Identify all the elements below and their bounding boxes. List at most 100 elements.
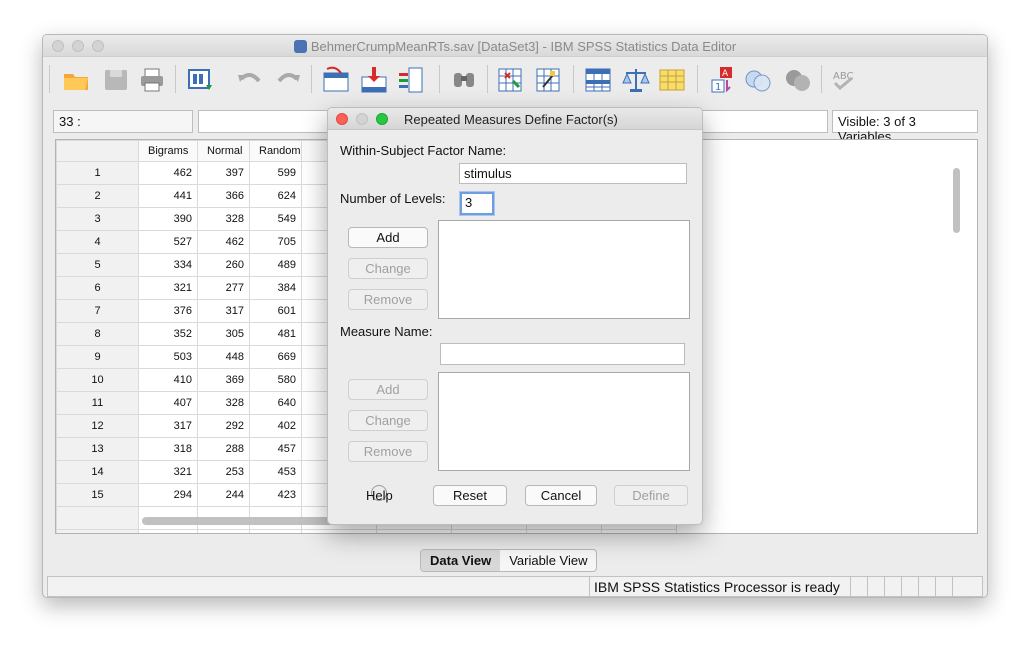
select-cases-icon[interactable] (657, 65, 687, 95)
data-cell[interactable]: 402 (249, 414, 302, 438)
data-cell[interactable]: 441 (138, 184, 198, 208)
weight-cases-icon[interactable] (621, 65, 651, 95)
data-cell[interactable]: 321 (138, 460, 198, 484)
data-cell[interactable]: 462 (138, 161, 198, 185)
data-cell[interactable]: 599 (249, 161, 302, 185)
data-cell[interactable]: 366 (197, 184, 250, 208)
help-button[interactable]: Help (366, 488, 393, 503)
variables-icon[interactable] (395, 65, 425, 95)
measure-remove-button[interactable]: Remove (348, 441, 428, 462)
value-labels-icon[interactable]: A1 (707, 65, 737, 95)
save-icon[interactable] (101, 65, 131, 95)
data-cell[interactable] (138, 529, 198, 533)
insert-variable-icon[interactable] (533, 65, 563, 95)
data-cell[interactable]: 328 (197, 391, 250, 415)
row-number[interactable]: 10 (56, 368, 139, 392)
data-cell[interactable]: 294 (138, 483, 198, 507)
row-number[interactable]: 5 (56, 253, 139, 277)
data-cell[interactable] (197, 529, 250, 533)
data-cell[interactable] (526, 529, 602, 533)
cancel-button[interactable]: Cancel (525, 485, 597, 506)
row-number[interactable]: 15 (56, 483, 139, 507)
measure-add-button[interactable]: Add (348, 379, 428, 400)
data-cell[interactable]: 328 (197, 207, 250, 231)
row-number[interactable] (56, 506, 139, 530)
goto-variable-icon[interactable] (359, 65, 389, 95)
data-cell[interactable] (601, 529, 677, 533)
spell-check-icon[interactable]: ABC (831, 65, 861, 95)
goto-case-icon[interactable] (321, 65, 351, 95)
factor-add-button[interactable]: Add (348, 227, 428, 248)
data-cell[interactable]: 352 (138, 322, 198, 346)
use-sets-icon[interactable] (743, 65, 773, 95)
data-cell[interactable]: 253 (197, 460, 250, 484)
data-cell[interactable]: 580 (249, 368, 302, 392)
show-all-variables-icon[interactable] (783, 65, 813, 95)
data-cell[interactable]: 527 (138, 230, 198, 254)
data-cell[interactable]: 369 (197, 368, 250, 392)
row-number[interactable]: 4 (56, 230, 139, 254)
row-number[interactable]: 12 (56, 414, 139, 438)
data-cell[interactable]: 334 (138, 253, 198, 277)
data-cell[interactable]: 489 (249, 253, 302, 277)
levels-input[interactable]: 3 (460, 192, 494, 215)
data-cell[interactable]: 549 (249, 207, 302, 231)
data-cell[interactable]: 462 (197, 230, 250, 254)
measure-change-button[interactable]: Change (348, 410, 428, 431)
data-cell[interactable]: 244 (197, 483, 250, 507)
redo-icon[interactable] (273, 65, 303, 95)
row-number[interactable]: 7 (56, 299, 139, 323)
row-number[interactable]: 9 (56, 345, 139, 369)
dialog-zoom-button[interactable] (376, 113, 388, 125)
data-cell[interactable]: 457 (249, 437, 302, 461)
data-cell[interactable]: 277 (197, 276, 250, 300)
data-cell[interactable] (249, 529, 302, 533)
column-header[interactable]: Random (249, 140, 302, 162)
data-cell[interactable]: 448 (197, 345, 250, 369)
row-number[interactable] (56, 529, 139, 533)
column-header[interactable]: Normal (197, 140, 250, 162)
row-number[interactable]: 11 (56, 391, 139, 415)
row-number[interactable]: 3 (56, 207, 139, 231)
recall-dialog-icon[interactable] (185, 65, 215, 95)
data-cell[interactable]: 260 (197, 253, 250, 277)
data-cell[interactable]: 288 (197, 437, 250, 461)
data-cell[interactable]: 423 (249, 483, 302, 507)
data-cell[interactable]: 376 (138, 299, 198, 323)
open-folder-icon[interactable] (61, 65, 91, 95)
data-cell[interactable]: 397 (197, 161, 250, 185)
data-cell[interactable]: 503 (138, 345, 198, 369)
reset-button[interactable]: Reset (433, 485, 507, 506)
data-cell[interactable]: 453 (249, 460, 302, 484)
data-cell[interactable]: 292 (197, 414, 250, 438)
tab-variable-view[interactable]: Variable View (500, 550, 596, 571)
row-number[interactable]: 14 (56, 460, 139, 484)
data-cell[interactable] (376, 529, 452, 533)
data-cell[interactable]: 705 (249, 230, 302, 254)
data-cell[interactable]: 640 (249, 391, 302, 415)
data-cell[interactable] (301, 529, 377, 533)
measure-list[interactable] (438, 372, 690, 471)
data-cell[interactable]: 601 (249, 299, 302, 323)
dialog-close-button[interactable] (336, 113, 348, 125)
vertical-scrollbar[interactable] (953, 168, 960, 233)
data-cell[interactable]: 669 (249, 345, 302, 369)
tab-data-view[interactable]: Data View (421, 550, 501, 571)
row-number[interactable]: 13 (56, 437, 139, 461)
define-button[interactable]: Define (614, 485, 688, 506)
factor-list[interactable] (438, 220, 690, 319)
row-number[interactable]: 1 (56, 161, 139, 185)
data-cell[interactable]: 624 (249, 184, 302, 208)
print-icon[interactable] (137, 65, 167, 95)
undo-icon[interactable] (235, 65, 265, 95)
factor-name-input[interactable]: stimulus (459, 163, 687, 184)
data-cell[interactable]: 410 (138, 368, 198, 392)
row-number[interactable]: 8 (56, 322, 139, 346)
data-cell[interactable]: 390 (138, 207, 198, 231)
measure-name-input[interactable] (440, 343, 685, 365)
data-cell[interactable]: 318 (138, 437, 198, 461)
split-file-icon[interactable] (583, 65, 613, 95)
data-cell[interactable]: 317 (138, 414, 198, 438)
row-number[interactable]: 2 (56, 184, 139, 208)
data-cell[interactable]: 317 (197, 299, 250, 323)
